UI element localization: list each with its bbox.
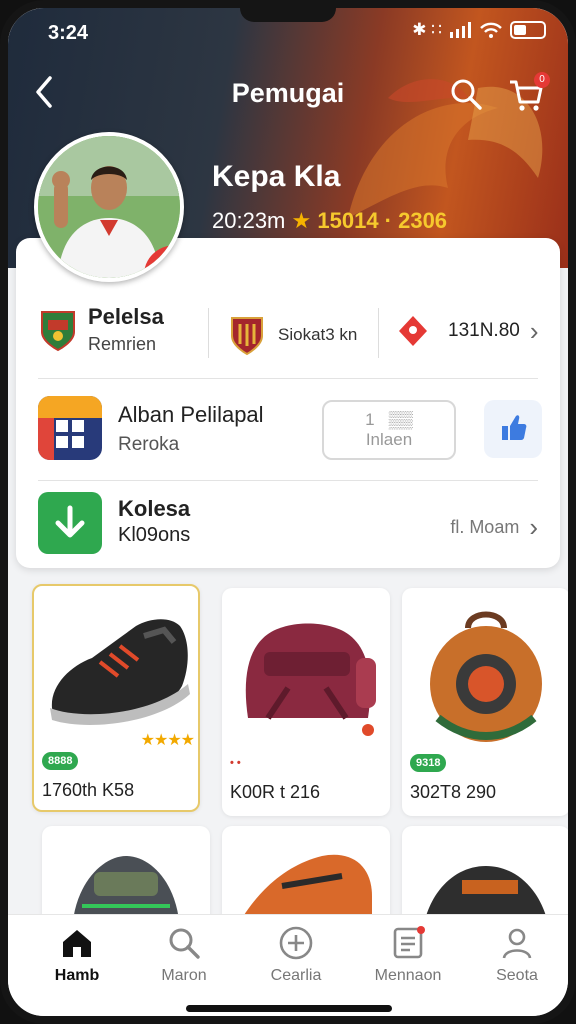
chevron-right-icon: › — [529, 512, 538, 542]
album-title: Alban Pelilapal — [118, 402, 264, 427]
divider — [38, 480, 538, 481]
download-arrow-icon — [55, 505, 85, 538]
tab-search[interactable]: Maron — [139, 925, 229, 985]
stadium-item[interactable]: Siokat3 kn — [230, 314, 357, 356]
home-icon — [63, 930, 91, 957]
download-title: Kolesa — [118, 496, 191, 521]
product-card[interactable]: ★★★★ 8888 1760th K58 — [32, 584, 200, 812]
status-time: 3:24 — [48, 22, 89, 44]
cart-button[interactable]: 0 — [506, 72, 550, 114]
club-item[interactable]: Pelelsa Remrien — [40, 304, 164, 355]
profile-points: 15014 · 2306 — [317, 208, 448, 233]
tab-profile[interactable]: Seota — [472, 925, 562, 985]
wifi-icon — [480, 22, 502, 38]
phone-screen: 3:24 ✱ ∷ Pemugai 0 Kepa Kla 20:23m ★ 150… — [0, 0, 576, 1024]
cellular-signal-icon — [450, 22, 471, 38]
profile-time: 20:23m — [212, 208, 286, 233]
search-icon[interactable] — [448, 76, 484, 112]
home-indicator — [186, 1005, 392, 1012]
search-icon — [169, 928, 200, 959]
album-row[interactable]: Alban Pelilapal Reroka 1 ▒▒ Inlaen — [16, 388, 560, 468]
thumbs-up-icon — [502, 415, 527, 440]
rating-stars: ★★★★ — [140, 732, 195, 749]
status-bar: 3:24 ✱ ∷ — [8, 8, 568, 58]
bluetooth-icon: ✱ ∷ — [412, 20, 442, 39]
product-price: 1760th K58 — [42, 780, 135, 800]
more-link[interactable]: fl. Moam › — [450, 512, 538, 543]
profile-name: Kepa Kla — [212, 160, 341, 193]
chevron-right-icon: › — [529, 315, 539, 346]
tab-create[interactable]: Cearlia — [251, 925, 341, 985]
product-image-backpack — [245, 623, 376, 736]
club-sub: Remrien — [88, 334, 157, 354]
top-navigation: Pemugai 0 — [8, 66, 568, 122]
user-icon — [502, 928, 532, 959]
tab-messages[interactable]: Mennaon — [363, 925, 453, 985]
product-card[interactable]: • • K00R t 216 — [222, 588, 390, 816]
divider — [208, 308, 209, 358]
more-label: fl. Moam — [450, 517, 520, 537]
list-icon — [393, 926, 425, 959]
tab-label: Mennaon — [374, 967, 442, 984]
album-action-button[interactable]: 1 ▒▒ Inlaen — [322, 400, 456, 460]
tab-label: Hamb — [54, 967, 100, 984]
club-stats-row: Pelelsa Remrien Siokat3 kn 131N.80 › — [16, 298, 560, 368]
album-sub: Reroka — [118, 434, 180, 455]
location-value: 131N.80 — [448, 320, 520, 341]
download-row[interactable]: Kolesa Kl09ons fl. Moam › — [16, 488, 560, 560]
profile-stats: 20:23m ★ 15014 · 2306 — [212, 208, 447, 234]
page-title: Pemugai — [231, 78, 345, 108]
profile-info-card: Pelelsa Remrien Siokat3 kn 131N.80 › Alb… — [16, 238, 560, 568]
player-photo — [38, 136, 180, 278]
product-image-shoe — [50, 619, 190, 725]
product-price: 302T8 290 — [410, 782, 497, 802]
stadium-label: Siokat3 kn — [278, 325, 358, 344]
location-item[interactable]: 131N.80 › — [396, 314, 539, 348]
album-button-line2: Inlaen — [365, 430, 413, 449]
album-app-icon — [38, 396, 102, 460]
product-badge: • • — [230, 754, 241, 772]
tab-label: Cearlia — [270, 967, 322, 984]
product-price: K00R t 216 — [230, 782, 321, 802]
like-button[interactable] — [484, 400, 542, 458]
album-button-line1: 1 ▒▒ — [365, 410, 413, 429]
cart-badge: 0 — [534, 72, 550, 88]
divider — [38, 378, 538, 379]
product-badge: 8888 — [42, 752, 79, 770]
club-name: Pelelsa — [88, 304, 164, 329]
product-badge: 9318 — [410, 754, 447, 772]
status-icons: ✱ ∷ — [412, 20, 546, 40]
tab-label: Maron — [161, 967, 207, 984]
download-sub: Kl09ons — [118, 524, 191, 546]
download-app-icon — [38, 492, 102, 554]
avatar[interactable] — [34, 132, 184, 282]
divider — [378, 308, 379, 358]
album-logo-icon — [38, 396, 102, 460]
bottom-tab-bar: Hamb Maron Cearlia Mennaon Seota — [8, 914, 568, 1016]
battery-icon — [510, 21, 546, 39]
notch — [240, 8, 336, 22]
tab-home[interactable]: Hamb — [32, 925, 122, 985]
crest-icon — [231, 317, 263, 356]
location-pin-icon — [399, 316, 427, 346]
tab-label: Seota — [496, 967, 538, 984]
product-card[interactable]: 9318 302T8 290 — [402, 588, 568, 816]
plus-circle-icon — [279, 926, 313, 960]
product-image-round-bag — [430, 611, 542, 742]
star-icon: ★ — [291, 208, 312, 233]
club-shield-icon — [41, 310, 75, 351]
